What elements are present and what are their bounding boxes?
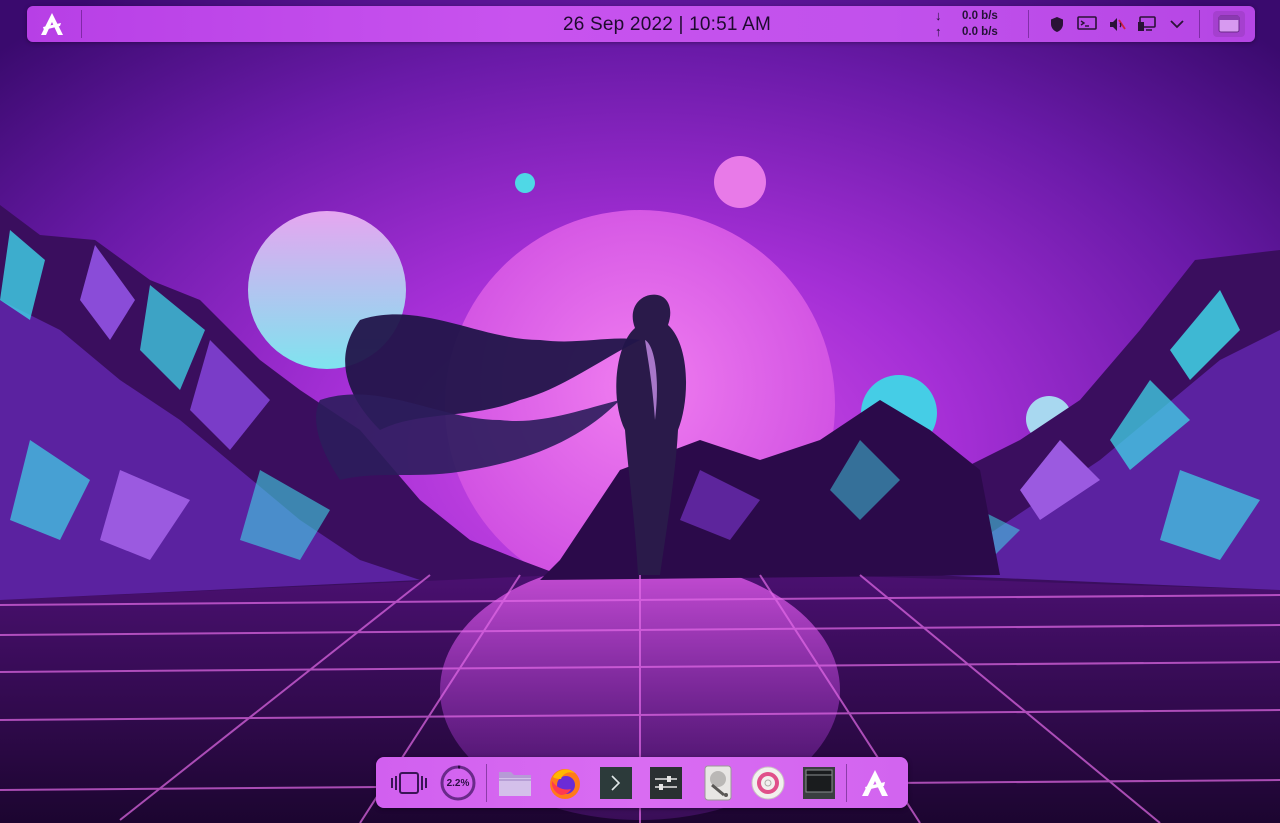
settings-icon[interactable]: [647, 764, 685, 802]
disc-burner-icon[interactable]: [749, 764, 787, 802]
bottom-dock: 2.2%: [376, 757, 908, 808]
network-display-icon[interactable]: [1136, 13, 1158, 35]
disk-utility-icon[interactable]: [699, 764, 737, 802]
panel-separator: [1199, 10, 1200, 38]
arcolinux-menu-icon[interactable]: [39, 12, 65, 36]
terminal-icon[interactable]: [597, 764, 635, 802]
upload-arrow-icon: ↑: [935, 24, 942, 39]
overview-icon[interactable]: [390, 764, 428, 802]
panel-clock[interactable]: 26 Sep 2022 | 10:51 AM: [497, 6, 837, 42]
firefox-icon[interactable]: [546, 764, 584, 802]
panel-separator: [1028, 10, 1029, 38]
download-arrow-icon: ↓: [935, 8, 942, 23]
shield-icon[interactable]: [1046, 13, 1068, 35]
terminal-monitor-icon[interactable]: [1076, 13, 1098, 35]
cpu-usage-label: 2.2%: [446, 777, 470, 789]
chevron-down-icon[interactable]: [1166, 13, 1188, 35]
file-manager-icon[interactable]: [496, 764, 534, 802]
panel-separator: [81, 10, 82, 38]
upload-speed: 0.0 b/s: [962, 26, 998, 38]
volume-muted-icon[interactable]: [1106, 13, 1128, 35]
dock-separator: [486, 764, 487, 802]
download-speed: 0.0 b/s: [962, 10, 998, 22]
network-speed-widget[interactable]: ↓ 0.0 b/s ↑ 0.0 b/s: [927, 8, 1017, 40]
desktop-wallpaper: [0, 0, 1280, 823]
cpu-monitor[interactable]: 2.2%: [439, 764, 477, 802]
arcolinux-logo-icon[interactable]: [856, 764, 894, 802]
dock-separator: [846, 764, 847, 802]
system-monitor-icon[interactable]: [800, 764, 838, 802]
top-panel: 26 Sep 2022 | 10:51 AM ↓ 0.0 b/s ↑ 0.0 b…: [27, 6, 1255, 42]
show-desktop-button[interactable]: [1213, 11, 1245, 37]
